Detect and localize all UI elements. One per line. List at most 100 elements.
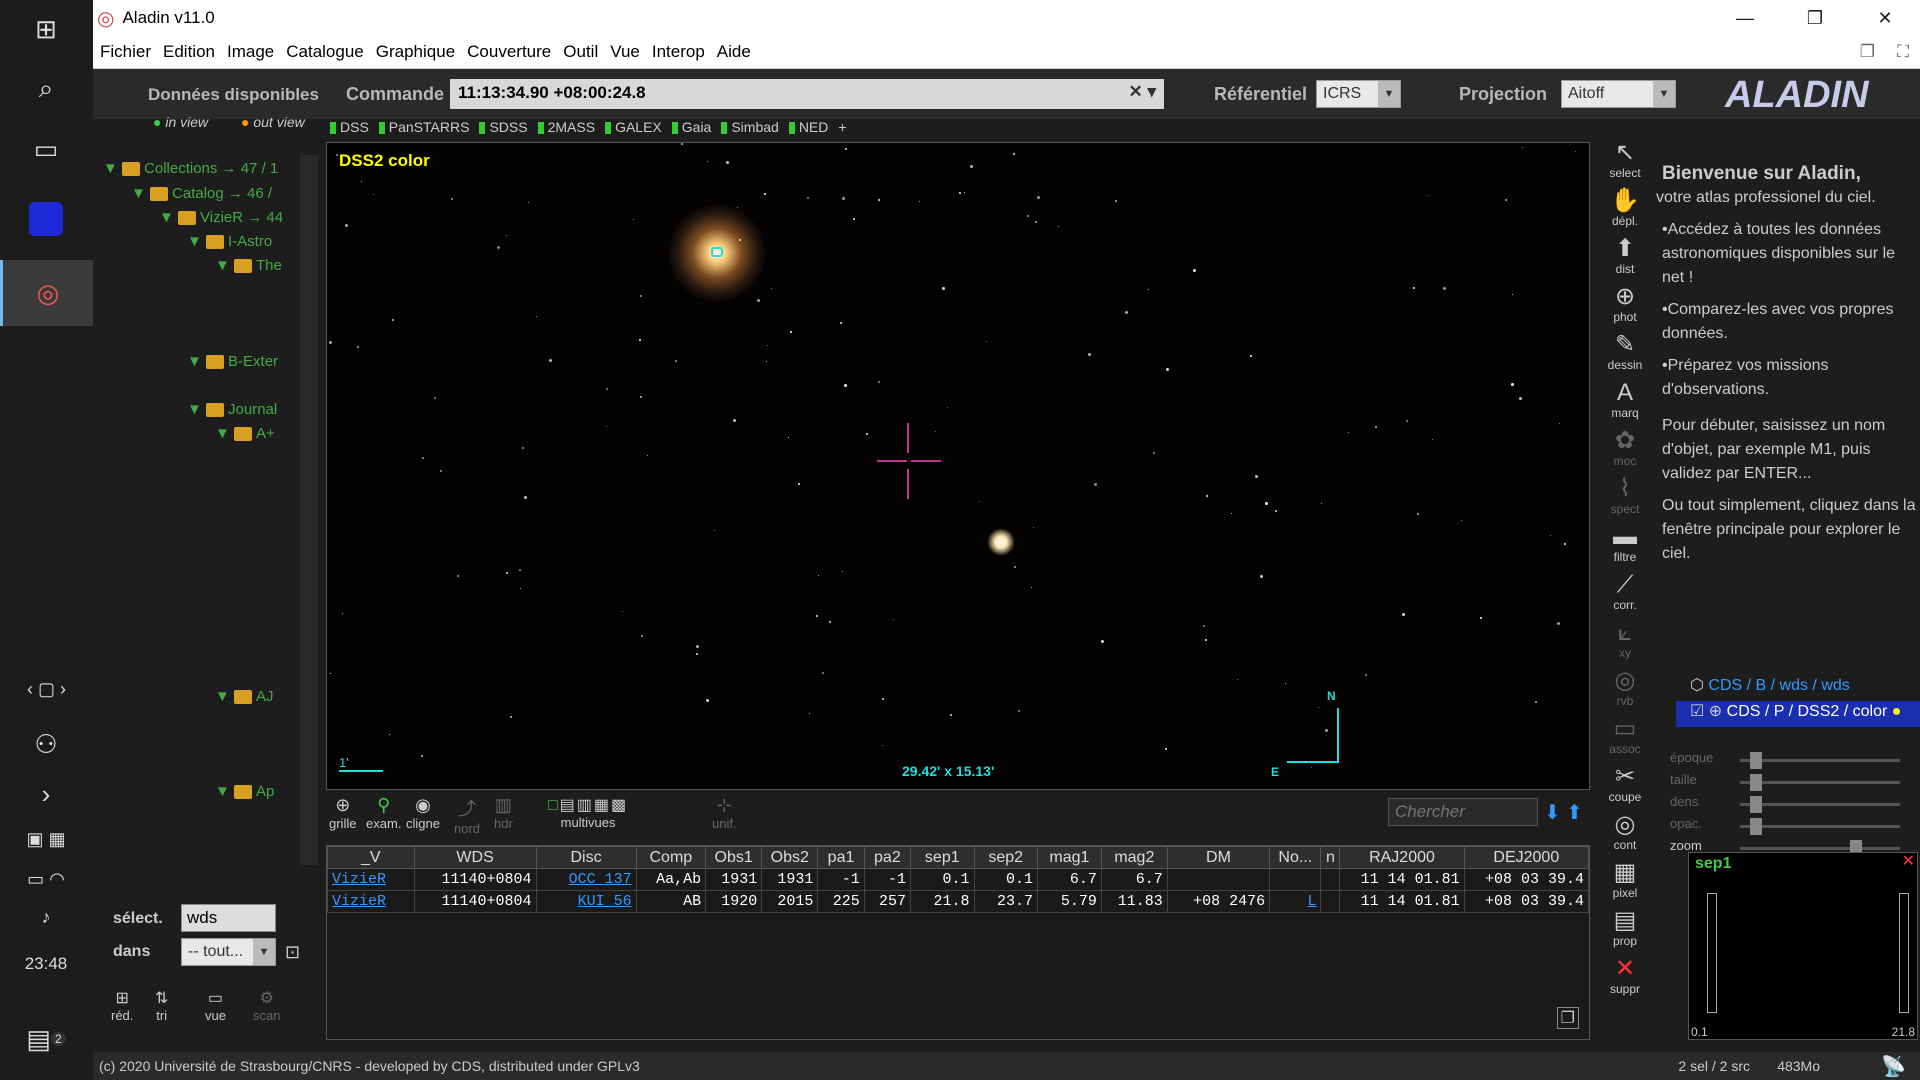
tool-phot-button[interactable]: ⊕ phot: [1598, 284, 1652, 325]
tree-node[interactable]: ▼ Journal: [187, 401, 277, 418]
tree-scrollbar[interactable]: [300, 155, 318, 865]
clock[interactable]: 23:48: [18, 940, 74, 988]
tool-select-button[interactable]: ↖ select: [1598, 140, 1652, 181]
app-icon-stellarium[interactable]: [18, 195, 74, 243]
column-header[interactable]: pa1: [817, 846, 865, 869]
tool-dessin-button[interactable]: ✎ dessin: [1598, 332, 1652, 373]
layer-dss2[interactable]: ☑ ⊕ CDS / P / DSS2 / color ●: [1676, 701, 1920, 727]
tool-cont-button[interactable]: ◎ cont: [1598, 812, 1652, 853]
slider-handle[interactable]: [1750, 818, 1762, 835]
catalog-marker[interactable]: [711, 247, 723, 257]
survey-dss[interactable]: DSS: [330, 119, 369, 141]
column-header[interactable]: Comp: [635, 846, 707, 869]
slider-track[interactable]: [1740, 774, 1900, 791]
table-row[interactable]: VizieR 11140+0804 OCC 137 Aa,Ab 1931 1931 -1 -1…: [327, 868, 1590, 891]
column-header[interactable]: mag2: [1100, 846, 1168, 869]
tool-pixel-button[interactable]: ▦ pixel: [1598, 860, 1652, 901]
taskbar-scroll-arrows[interactable]: ‹ ▢ ›: [0, 665, 93, 713]
tool-marq-button[interactable]: Amarq: [1598, 380, 1652, 421]
column-header[interactable]: Obs2: [761, 846, 819, 869]
add-survey-button[interactable]: +: [838, 119, 846, 141]
referentiel-select[interactable]: ICRS ▼: [1316, 80, 1401, 108]
column-header[interactable]: sep2: [973, 846, 1038, 869]
table-cell[interactable]: VizieR: [327, 890, 415, 913]
tool-dpl-button[interactable]: ✋ dépl.: [1598, 188, 1652, 229]
survey-sdss[interactable]: SDSS: [479, 119, 527, 141]
column-header[interactable]: RAJ2000: [1339, 846, 1465, 869]
fullscreen-icon[interactable]: ⛶: [1897, 42, 1909, 62]
restore-button[interactable]: ❐: [1780, 0, 1850, 36]
arrow-down-icon[interactable]: ⬇: [1544, 800, 1561, 825]
hdr-button[interactable]: ▥ hdr: [494, 795, 513, 831]
volume-icon[interactable]: ♪: [18, 893, 74, 941]
tool-suppr-button[interactable]: ✕ suppr: [1598, 956, 1652, 997]
blink-button[interactable]: ◉ cligne: [406, 795, 440, 831]
tree-node[interactable]: ▼ Ap: [215, 783, 274, 800]
survey-simbad[interactable]: Simbad: [721, 119, 778, 141]
people-icon[interactable]: ⚇: [18, 720, 74, 768]
task-view-icon[interactable]: ▭: [18, 125, 74, 173]
column-header[interactable]: _V: [327, 846, 415, 869]
column-header[interactable]: Obs1: [705, 846, 763, 869]
menu-outil[interactable]: Outil: [563, 42, 598, 62]
chevron-right-icon[interactable]: ›: [18, 770, 74, 818]
app-icon-aladin[interactable]: ◎: [0, 260, 93, 326]
search-input[interactable]: [1388, 798, 1538, 826]
search-icon[interactable]: ⌕: [18, 65, 74, 113]
table-cell[interactable]: OCC 137: [535, 868, 637, 891]
table-cell[interactable]: [1269, 868, 1322, 891]
slider-track[interactable]: [1740, 840, 1900, 857]
command-input[interactable]: 11:13:34.90 +08:00:24.8 ✕ ▾: [450, 79, 1164, 109]
slider-poque[interactable]: époque: [1670, 750, 1920, 772]
survey-ned[interactable]: NED: [789, 119, 829, 141]
undock-icon[interactable]: ❐: [1860, 42, 1875, 62]
tree-node[interactable]: ▼ I-Astro: [187, 233, 272, 250]
satellite-icon[interactable]: 📡: [1881, 1054, 1906, 1079]
menu-aide[interactable]: Aide: [717, 42, 751, 62]
survey-galex[interactable]: GALEX: [605, 119, 662, 141]
menu-interop[interactable]: Interop: [652, 42, 705, 62]
tool-prop-button[interactable]: ▤ prop: [1598, 908, 1652, 949]
grid-button[interactable]: ⊕ grille: [329, 795, 356, 831]
filter-icon[interactable]: ⊡: [285, 942, 300, 963]
column-header[interactable]: pa2: [863, 846, 912, 869]
close-icon[interactable]: ✕: [1902, 851, 1915, 871]
menu-graphique[interactable]: Graphique: [376, 42, 455, 62]
survey-panstarrs[interactable]: PanSTARRS: [379, 119, 470, 141]
tool-xy-button[interactable]: ⟀ xy: [1598, 620, 1652, 661]
projection-select[interactable]: Aitoff ▼: [1561, 80, 1676, 108]
north-button[interactable]: ⤴ nord: [454, 795, 480, 836]
table-cell[interactable]: KUI 56: [535, 890, 637, 913]
clear-dropdown-icon[interactable]: ✕ ▾: [1128, 82, 1156, 102]
menu-vue[interactable]: Vue: [610, 42, 640, 62]
slider-opac[interactable]: opac.: [1670, 816, 1920, 838]
column-header[interactable]: Disc: [535, 846, 637, 869]
detach-icon[interactable]: ❐: [1556, 1007, 1579, 1029]
slider-handle[interactable]: [1750, 796, 1762, 813]
slider-dens[interactable]: dens: [1670, 794, 1920, 816]
survey-gaia[interactable]: Gaia: [672, 119, 712, 141]
column-header[interactable]: DEJ2000: [1463, 846, 1590, 869]
column-header[interactable]: n: [1320, 846, 1341, 869]
table-cell[interactable]: VizieR: [327, 868, 415, 891]
exam-button[interactable]: ⚲ exam.: [366, 795, 401, 831]
notification-icon[interactable]: ▤ 2: [18, 1015, 74, 1063]
tree-node[interactable]: ▼ Catalog → 46 /: [131, 185, 272, 202]
slider-handle[interactable]: [1750, 752, 1762, 769]
column-header[interactable]: WDS: [413, 846, 537, 869]
table-row[interactable]: VizieR 11140+0804 KUI 56 AB 1920 2015 225 257 21…: [327, 890, 1590, 913]
tool-dist-button[interactable]: ⬆ dist: [1598, 236, 1652, 277]
unif-button[interactable]: ⊹ unif.: [712, 795, 737, 831]
slider-handle[interactable]: [1750, 774, 1762, 791]
tree-node[interactable]: ▼ The: [215, 257, 282, 274]
select-input[interactable]: [181, 904, 276, 932]
tree-node[interactable]: ▼ AJ: [215, 688, 274, 705]
tool-moc-button[interactable]: ✿ moc: [1598, 428, 1652, 469]
menu-catalogue[interactable]: Catalogue: [286, 42, 364, 62]
tree-node[interactable]: ▼ A+: [215, 425, 275, 442]
sort-button[interactable]: ⇅ tri: [155, 988, 168, 1023]
table-cell[interactable]: L: [1269, 890, 1322, 913]
tree-node[interactable]: ▼ B-Exter: [187, 353, 278, 370]
multiview-button[interactable]: □▤▥▦▩ multivues: [548, 795, 628, 830]
tool-spect-button[interactable]: ⌇ spect: [1598, 476, 1652, 517]
